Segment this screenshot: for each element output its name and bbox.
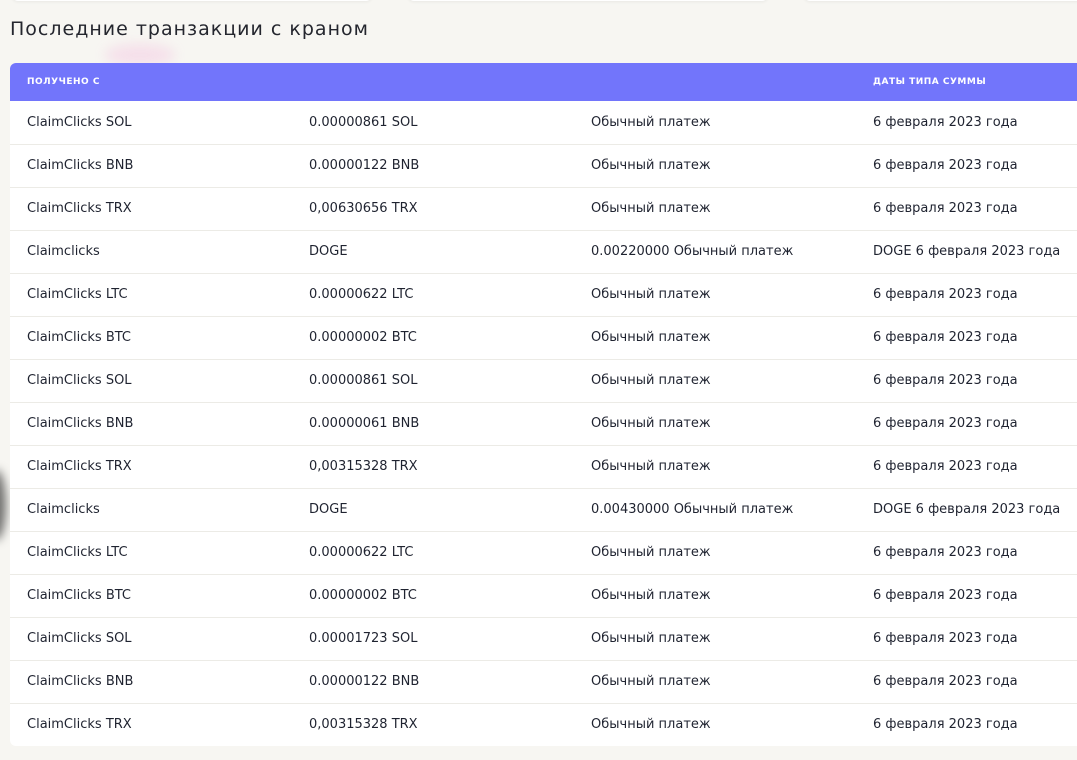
section-title: Последние транзакции с краном <box>10 18 369 40</box>
cell-date: 6 февраля 2023 года <box>856 616 1077 660</box>
cell-date: 6 февраля 2023 года <box>856 573 1077 617</box>
cell-amount: 0.00000002 BTC <box>292 315 574 359</box>
cell-source: ClaimClicks BTC <box>10 315 292 359</box>
cell-date: 6 февраля 2023 года <box>856 186 1077 230</box>
cell-amount: 0.00001723 SOL <box>292 616 574 660</box>
table-row: ClaimClicks BNB 0.00000122 BNB Обычный пла… <box>10 659 1077 703</box>
cell-amount: 0.00000002 BTC <box>292 573 574 617</box>
cell-date: 6 февраля 2023 года <box>856 315 1077 359</box>
top-card-middle <box>408 0 768 1</box>
table-row: ClaimClicks SOL 0.00000861 SOL Обычный пла… <box>10 358 1077 402</box>
cell-amount: 0.00000122 BNB <box>292 659 574 703</box>
table-row: ClaimClicks BNB 0.00000061 BNB Обычный пла… <box>10 401 1077 445</box>
top-card-left <box>12 0 372 1</box>
cell-source: ClaimClicks SOL <box>10 616 292 660</box>
cell-date: 6 февраля 2023 года <box>873 114 1018 130</box>
cell-source: ClaimClicks BTC <box>10 573 292 617</box>
table-row: Claimclicks DOGE 0.00220000 Обычный платеж… <box>10 229 1077 273</box>
cell-type: Обычный платеж <box>574 530 856 574</box>
decorative-shadow <box>0 470 6 540</box>
table-row: Claimclicks DOGE 0.00430000 Обычный платеж… <box>10 487 1077 531</box>
cell-type: Обычный платеж <box>574 444 856 488</box>
cell-type: Обычный платеж <box>574 143 856 187</box>
cell-source: ClaimClicks TRX <box>10 702 292 746</box>
header-date: ДАТЫ ТИПА СУММЫ <box>873 77 987 87</box>
cell-type: 0.00220000 Обычный платеж <box>574 229 856 273</box>
cell-type: Обычный платеж <box>574 272 856 316</box>
header-type <box>574 63 856 101</box>
cell-type: Обычный платеж <box>591 114 711 130</box>
cell-type: Обычный платеж <box>574 659 856 703</box>
cell-amount: 0.00000061 BNB <box>292 401 574 445</box>
table-row: ClaimClicks BTC 0.00000002 BTC Обычный пла… <box>10 315 1077 359</box>
cell-type: Обычный платеж <box>574 358 856 402</box>
cell-date: 6 февраля 2023 года <box>856 358 1077 402</box>
table-row: ClaimClicks TRX 0,00315328 TRX Обычный пла… <box>10 702 1077 746</box>
cell-amount: 0.00000861 SOL <box>292 358 574 402</box>
cell-type: Обычный платеж <box>574 186 856 230</box>
table-header: ПОЛУЧЕНО С ДАТЫ ТИПА СУММЫ <box>10 63 1077 101</box>
table-row: ClaimClicks BTC 0.00000002 BTC Обычный пла… <box>10 573 1077 617</box>
cell-type: Обычный платеж <box>574 616 856 660</box>
cell-type: Обычный платеж <box>574 573 856 617</box>
table-row: ClaimClicks TRX 0,00315328 TRX Обычный пла… <box>10 444 1077 488</box>
cell-source: ClaimClicks BNB <box>10 143 292 187</box>
cell-date: 6 февраля 2023 года <box>856 272 1077 316</box>
header-received-from: ПОЛУЧЕНО С <box>27 77 100 87</box>
table-row: ClaimClicks TRX 0,00630656 TRX Обычный пла… <box>10 186 1077 230</box>
cell-amount: 0.00000622 LTC <box>292 272 574 316</box>
cell-source: ClaimClicks SOL <box>27 114 132 130</box>
cell-source: ClaimClicks SOL <box>10 358 292 402</box>
table-row: ClaimClicks SOL 0.00001723 SOL Обычный пла… <box>10 616 1077 660</box>
cell-source: ClaimClicks BNB <box>10 401 292 445</box>
top-card-right <box>804 0 1077 1</box>
cell-amount: DOGE <box>292 487 574 531</box>
cell-amount: DOGE <box>292 229 574 273</box>
cell-type: Обычный платеж <box>574 315 856 359</box>
cell-type: 0.00430000 Обычный платеж <box>574 487 856 531</box>
page: Последние транзакции с краном ПОЛУЧЕНО С… <box>0 0 1077 760</box>
table-row: ClaimClicks BNB 0.00000122 BNB Обычный пла… <box>10 143 1077 187</box>
table-body: ClaimClicks SOL 0.00000861 SOL Обычный пла… <box>10 101 1077 746</box>
cell-type: Обычный платеж <box>574 401 856 445</box>
cell-amount: 0,00630656 TRX <box>292 186 574 230</box>
table-row: ClaimClicks LTC 0.00000622 LTC Обычный пла… <box>10 272 1077 316</box>
cell-date: DOGE 6 февраля 2023 года <box>856 229 1077 273</box>
cell-source: Claimclicks <box>10 487 292 531</box>
cell-date: 6 февраля 2023 года <box>856 444 1077 488</box>
transactions-table-card: ПОЛУЧЕНО С ДАТЫ ТИПА СУММЫ ClaimClicks S… <box>10 63 1077 746</box>
cell-amount: 0.00000861 SOL <box>309 114 418 130</box>
header-amount <box>292 63 574 101</box>
cell-source: ClaimClicks BNB <box>10 659 292 703</box>
cell-date: 6 февраля 2023 года <box>856 143 1077 187</box>
cell-source: ClaimClicks TRX <box>10 186 292 230</box>
cell-amount: 0.00000122 BNB <box>292 143 574 187</box>
cell-source: ClaimClicks LTC <box>10 272 292 316</box>
table-row: ClaimClicks LTC 0.00000622 LTC Обычный пла… <box>10 530 1077 574</box>
cell-date: 6 февраля 2023 года <box>856 702 1077 746</box>
table-header-row: ПОЛУЧЕНО С ДАТЫ ТИПА СУММЫ <box>10 63 1077 101</box>
cell-amount: 0.00000622 LTC <box>292 530 574 574</box>
transactions-table: ПОЛУЧЕНО С ДАТЫ ТИПА СУММЫ ClaimClicks S… <box>10 63 1077 746</box>
cell-source: ClaimClicks TRX <box>10 444 292 488</box>
cell-source: Claimclicks <box>10 229 292 273</box>
table-row: ClaimClicks SOL 0.00000861 SOL Обычный пла… <box>10 101 1077 144</box>
cell-amount: 0,00315328 TRX <box>292 444 574 488</box>
cell-amount: 0,00315328 TRX <box>292 702 574 746</box>
cell-date: 6 февраля 2023 года <box>856 530 1077 574</box>
cell-date: DOGE 6 февраля 2023 года <box>856 487 1077 531</box>
cell-date: 6 февраля 2023 года <box>856 401 1077 445</box>
cell-source: ClaimClicks LTC <box>10 530 292 574</box>
cell-date: 6 февраля 2023 года <box>856 659 1077 703</box>
cell-type: Обычный платеж <box>574 702 856 746</box>
